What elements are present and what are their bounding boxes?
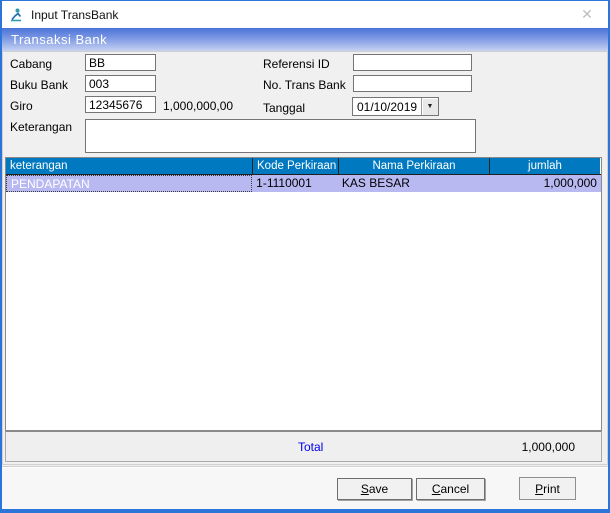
cabang-label: Cabang bbox=[10, 57, 52, 71]
cancel-button[interactable]: Cancel bbox=[416, 478, 485, 500]
transaction-grid[interactable]: keterangan Kode Perkiraan Nama Perkiraan… bbox=[5, 157, 602, 431]
close-icon[interactable]: ✕ bbox=[572, 1, 602, 28]
app-icon bbox=[8, 7, 24, 23]
col-header-kode-perkiraan[interactable]: Kode Perkiraan bbox=[253, 158, 339, 174]
table-row[interactable]: PENDAPATAN 1-1110001 KAS BESAR 1,000,000 bbox=[6, 175, 601, 192]
save-button[interactable]: Save bbox=[337, 478, 412, 500]
total-bar: Total 1,000,000 bbox=[5, 431, 602, 462]
tanggal-value: 01/10/2019 bbox=[353, 100, 421, 114]
cabang-input[interactable] bbox=[85, 54, 156, 71]
tanggal-label: Tanggal bbox=[263, 101, 305, 115]
giro-label: Giro bbox=[10, 99, 33, 113]
cell-jumlah[interactable]: 1,000,000 bbox=[488, 175, 601, 192]
no-trans-bank-input[interactable] bbox=[353, 75, 472, 92]
keterangan-input[interactable] bbox=[85, 119, 476, 153]
input-transbank-dialog: Input TransBank ✕ Transaksi Bank Cabang … bbox=[0, 0, 610, 513]
referensi-id-label: Referensi ID bbox=[263, 57, 330, 71]
cell-keterangan[interactable]: PENDAPATAN bbox=[6, 175, 252, 192]
cell-kode-perkiraan[interactable]: 1-1110001 bbox=[252, 175, 338, 192]
no-trans-bank-label: No. Trans Bank bbox=[263, 78, 346, 92]
chevron-down-icon[interactable]: ▼ bbox=[421, 98, 438, 115]
keterangan-label: Keterangan bbox=[10, 120, 72, 134]
giro-balance: 1,000,000,00 bbox=[163, 99, 233, 113]
total-value: 1,000,000 bbox=[522, 440, 575, 454]
buku-bank-label: Buku Bank bbox=[10, 78, 68, 92]
grid-header-row: keterangan Kode Perkiraan Nama Perkiraan… bbox=[6, 158, 601, 175]
giro-input[interactable] bbox=[85, 96, 156, 113]
buku-bank-input[interactable] bbox=[85, 75, 156, 92]
col-header-nama-perkiraan[interactable]: Nama Perkiraan bbox=[339, 158, 490, 174]
total-label: Total bbox=[298, 440, 323, 454]
col-header-keterangan[interactable]: keterangan bbox=[6, 158, 253, 174]
print-button[interactable]: Print bbox=[519, 477, 576, 500]
col-header-jumlah[interactable]: jumlah bbox=[490, 158, 600, 174]
cell-nama-perkiraan[interactable]: KAS BESAR bbox=[338, 175, 488, 192]
window-title: Input TransBank bbox=[31, 8, 118, 22]
title-bar: Input TransBank ✕ bbox=[2, 1, 608, 28]
tanggal-datepicker[interactable]: 01/10/2019 ▼ bbox=[352, 97, 439, 116]
referensi-id-input[interactable] bbox=[353, 54, 472, 71]
section-header: Transaksi Bank bbox=[2, 28, 608, 51]
footer: Save Cancel Print bbox=[2, 466, 608, 509]
